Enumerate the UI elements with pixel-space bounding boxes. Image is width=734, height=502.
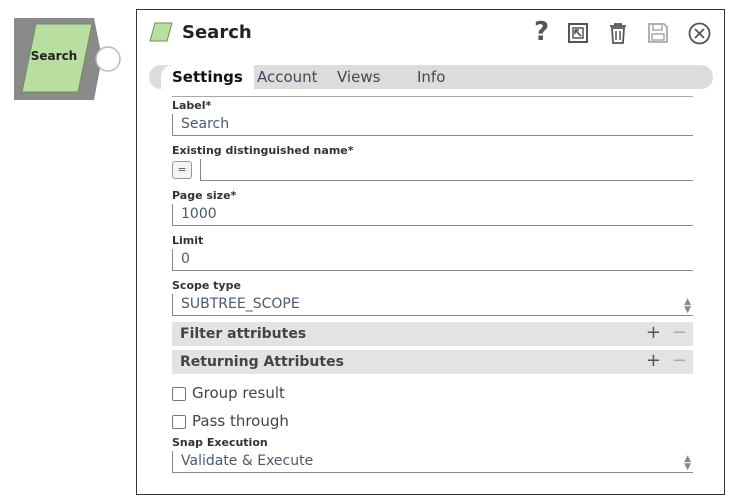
label-field-label: Label* — [172, 99, 212, 112]
select-arrows-icon: ▲ ▼ — [684, 454, 691, 472]
group-result-label: Group result — [192, 384, 285, 402]
remove-icon[interactable]: − — [672, 322, 687, 343]
limit-value: 0 — [181, 251, 190, 267]
group-result-checkbox[interactable] — [172, 387, 186, 401]
pass-through-checkbox[interactable] — [172, 415, 186, 429]
scope-type-select[interactable]: SUBTREE_SCOPE ▲ ▼ — [172, 294, 693, 316]
expression-toggle-button[interactable]: = — [172, 161, 192, 179]
remove-icon[interactable]: − — [672, 350, 687, 371]
scope-type-field-label: Scope type — [172, 279, 241, 292]
add-icon[interactable]: + — [646, 322, 661, 343]
close-icon[interactable] — [688, 22, 711, 45]
add-icon[interactable]: + — [646, 350, 661, 371]
tab-account[interactable]: Account — [257, 68, 318, 86]
snap-execution-value: Validate & Execute — [181, 453, 314, 469]
tab-bar: Settings Account Views Info — [149, 65, 713, 89]
snap-label: Search — [30, 49, 78, 63]
filter-attributes-section: Filter attributes + − — [172, 322, 693, 346]
tab-settings[interactable]: Settings — [161, 65, 254, 89]
pass-through-label: Pass through — [192, 412, 289, 430]
divider — [172, 96, 693, 97]
snap-execution-field-label: Snap Execution — [172, 436, 268, 449]
scope-type-value: SUBTREE_SCOPE — [181, 296, 300, 312]
snap-execution-select[interactable]: Validate & Execute ▲ ▼ — [172, 451, 693, 473]
dn-input[interactable] — [200, 159, 693, 181]
returning-attributes-title: Returning Attributes — [180, 354, 344, 370]
select-arrows-icon: ▲ ▼ — [684, 297, 691, 315]
limit-input[interactable]: 0 — [172, 249, 693, 271]
filter-attributes-title: Filter attributes — [180, 326, 307, 342]
page-size-field-label: Page size* — [172, 189, 237, 202]
limit-field-label: Limit — [172, 234, 204, 247]
delete-icon[interactable] — [607, 22, 629, 44]
export-icon[interactable] — [567, 22, 589, 44]
returning-attributes-section: Returning Attributes + − — [172, 350, 693, 374]
page-size-input[interactable]: 1000 — [172, 204, 693, 226]
dn-field-label: Existing distinguished name* — [172, 144, 354, 157]
snap-type-icon — [149, 22, 173, 42]
dialog-title: Search — [182, 22, 252, 43]
label-input-value: Search — [181, 116, 230, 132]
label-input[interactable]: Search — [172, 114, 693, 136]
settings-dialog: Search ? Settings Account Views Info Lab… — [136, 9, 725, 495]
tab-views[interactable]: Views — [337, 68, 380, 86]
tab-info[interactable]: Info — [417, 68, 445, 86]
page-size-value: 1000 — [181, 206, 217, 222]
help-icon[interactable]: ? — [534, 17, 549, 47]
save-icon[interactable] — [647, 22, 669, 44]
